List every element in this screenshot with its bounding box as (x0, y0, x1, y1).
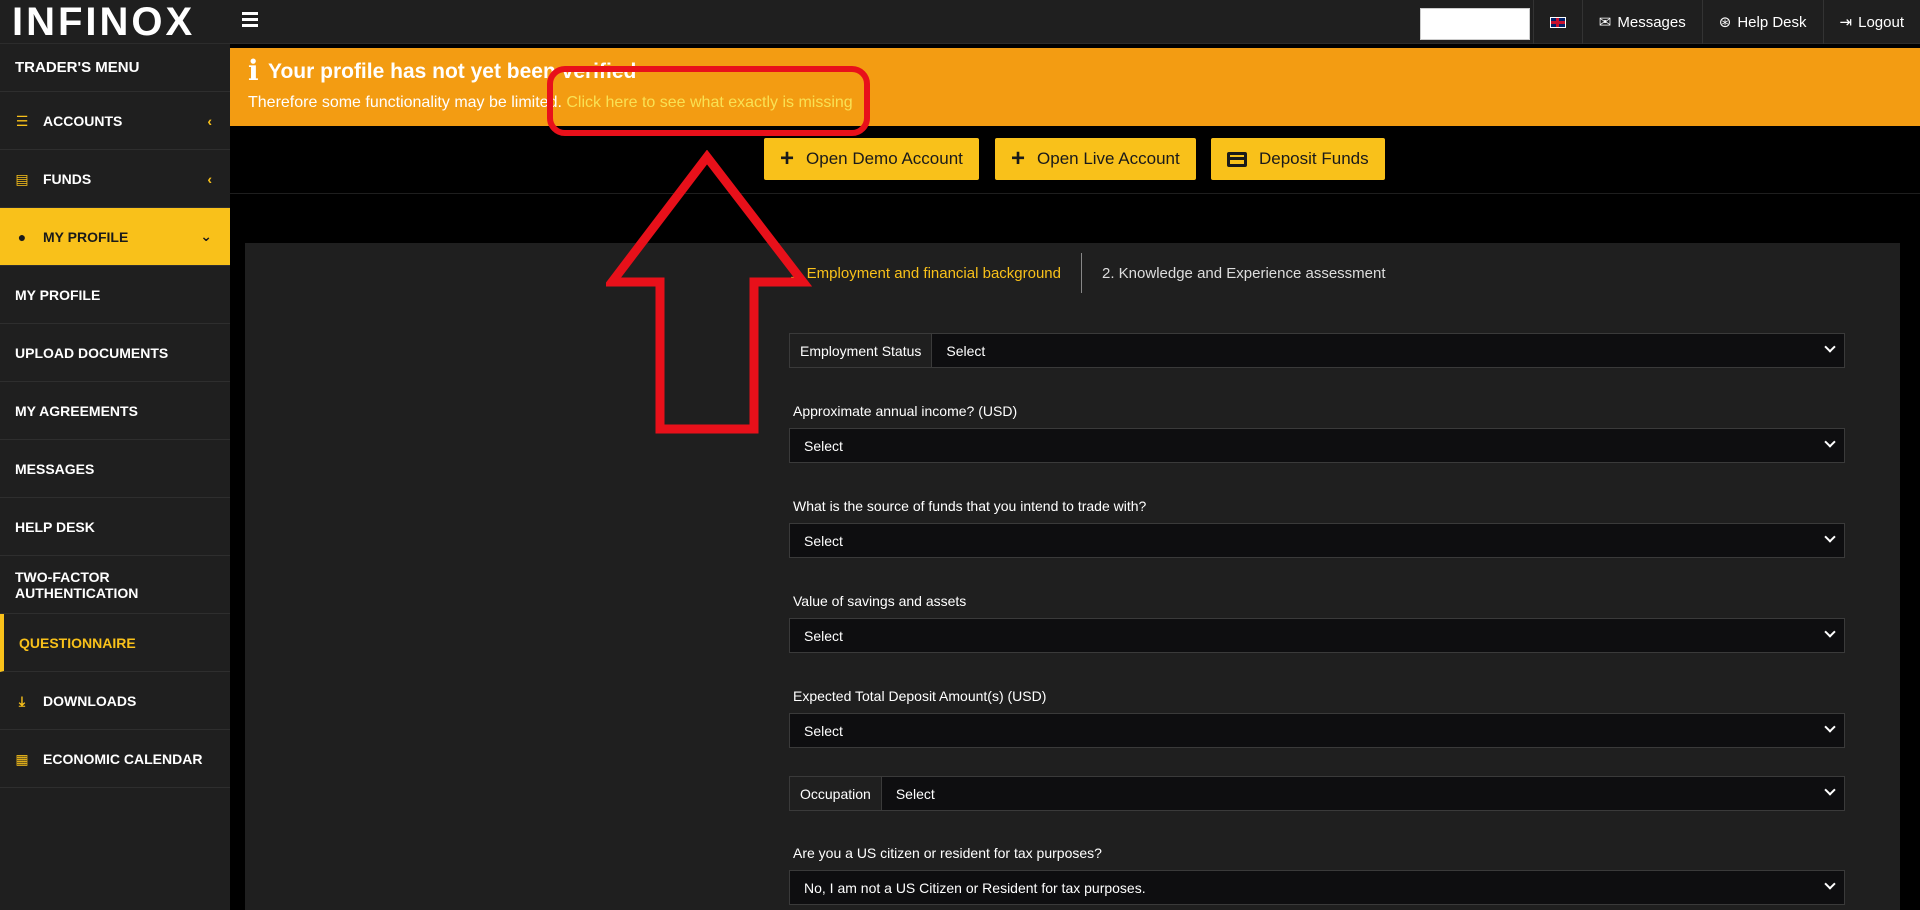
sidebar-sub-two-factor[interactable]: TWO-FACTOR AUTHENTICATION (0, 556, 230, 614)
tab-step-employment[interactable]: 1. Employment and financial background (790, 253, 1082, 293)
uk-flag-icon (1549, 16, 1566, 28)
source-of-funds-field: What is the source of funds that you int… (789, 489, 1845, 558)
sidebar-item-funds[interactable]: ▤ FUNDS ‹ (0, 150, 230, 208)
plus-icon: + (1011, 145, 1026, 172)
annual-income-field: Approximate annual income? (USD) Select (789, 394, 1845, 463)
chevron-down-icon (1824, 341, 1836, 353)
account-selector[interactable] (1420, 8, 1530, 40)
savings-label: Value of savings and assets (793, 593, 967, 609)
us-citizen-label: Are you a US citizen or resident for tax… (793, 845, 1102, 861)
deposit-amount-label: Expected Total Deposit Amount(s) (USD) (793, 688, 1047, 704)
deposit-amount-field: Expected Total Deposit Amount(s) (USD) S… (789, 679, 1845, 748)
sidebar-item-accounts[interactable]: ☰ ACCOUNTS ‹ (0, 92, 230, 150)
top-bar: INFINOX ✉ Messages ⊛ Help Desk ⇥ Logout (0, 0, 1920, 44)
questionnaire-panel: 1. Employment and financial background 2… (245, 243, 1900, 910)
calendar-icon: ▦ (15, 750, 29, 767)
savings-field: Value of savings and assets Select (789, 584, 1845, 653)
chevron-left-icon: ‹ (207, 112, 212, 129)
annotation-arrow-icon (606, 150, 813, 434)
sidebar-sub-my-profile[interactable]: MY PROFILE (0, 266, 230, 324)
sidebar-sub-messages[interactable]: MESSAGES (0, 440, 230, 498)
credit-card-icon (1227, 151, 1247, 167)
open-live-account-button[interactable]: + Open Live Account (995, 138, 1196, 180)
chevron-down-icon (1824, 878, 1836, 890)
sidebar-item-economic-calendar[interactable]: ▦ ECONOMIC CALENDAR (0, 730, 230, 788)
employment-status-field: Employment Status Select (789, 333, 1845, 368)
source-of-funds-select[interactable]: Select (789, 523, 1845, 558)
sidebar-sub-upload-documents[interactable]: UPLOAD DOCUMENTS (0, 324, 230, 382)
chevron-down-icon (1824, 531, 1836, 543)
help-desk-link[interactable]: ⊛ Help Desk (1701, 0, 1823, 44)
logo[interactable]: INFINOX (12, 2, 195, 42)
sidebar: TRADER'S MENU ☰ ACCOUNTS ‹ ▤ FUNDS ‹ ● M… (0, 44, 230, 910)
logout-icon: ⇥ (1839, 14, 1853, 31)
savings-select[interactable]: Select (789, 618, 1845, 653)
chevron-down-icon (1824, 436, 1836, 448)
chevron-down-icon (1824, 626, 1836, 638)
messages-link[interactable]: ✉ Messages (1581, 0, 1702, 44)
annual-income-select[interactable]: Select (789, 428, 1845, 463)
deposit-amount-select[interactable]: Select (789, 713, 1845, 748)
occupation-label: Occupation (789, 776, 882, 811)
action-bar: + Open Demo Account + Open Live Account De… (230, 126, 1920, 194)
verification-banner: i Your profile has not yet been verified… (230, 48, 1920, 126)
occupation-field: Occupation Select (789, 776, 1845, 811)
chevron-left-icon: ‹ (207, 170, 212, 187)
chevron-down-icon (1824, 784, 1836, 796)
lifebuoy-icon: ⊛ (1718, 14, 1732, 31)
questionnaire-steps: 1. Employment and financial background 2… (790, 253, 1410, 293)
sidebar-sub-help-desk[interactable]: HELP DESK (0, 498, 230, 556)
sidebar-item-my-profile[interactable]: ● MY PROFILE ⌄ (0, 208, 230, 266)
sidebar-sub-my-agreements[interactable]: MY AGREEMENTS (0, 382, 230, 440)
chevron-down-icon (1824, 721, 1836, 733)
envelope-icon: ✉ (1598, 14, 1612, 31)
sidebar-item-downloads[interactable]: ⤓ DOWNLOADS (0, 672, 230, 730)
list-icon: ☰ (15, 112, 29, 129)
employment-status-select[interactable]: Select (932, 333, 1845, 368)
us-citizen-field: Are you a US citizen or resident for tax… (789, 836, 1845, 905)
annual-income-label: Approximate annual income? (USD) (793, 403, 1018, 419)
language-selector[interactable] (1532, 0, 1582, 44)
source-of-funds-label: What is the source of funds that you int… (793, 498, 1147, 514)
chevron-down-icon: ⌄ (200, 228, 212, 244)
hamburger-menu-icon[interactable] (242, 12, 258, 28)
tab-step-knowledge[interactable]: 2. Knowledge and Experience assessment (1082, 265, 1386, 282)
annotation-highlight-box (547, 66, 870, 136)
download-icon: ⤓ (18, 692, 26, 709)
user-icon: ● (17, 228, 27, 245)
sidebar-sub-questionnaire[interactable]: QUESTIONNAIRE (0, 614, 230, 672)
logout-link[interactable]: ⇥ Logout (1822, 0, 1920, 44)
info-icon: i (248, 54, 259, 87)
wallet-icon: ▤ (15, 170, 29, 187)
deposit-funds-button[interactable]: Deposit Funds (1211, 138, 1385, 180)
sidebar-title: TRADER'S MENU (0, 44, 230, 92)
us-citizen-select[interactable]: No, I am not a US Citizen or Resident fo… (789, 870, 1845, 905)
occupation-select[interactable]: Select (881, 776, 1845, 811)
